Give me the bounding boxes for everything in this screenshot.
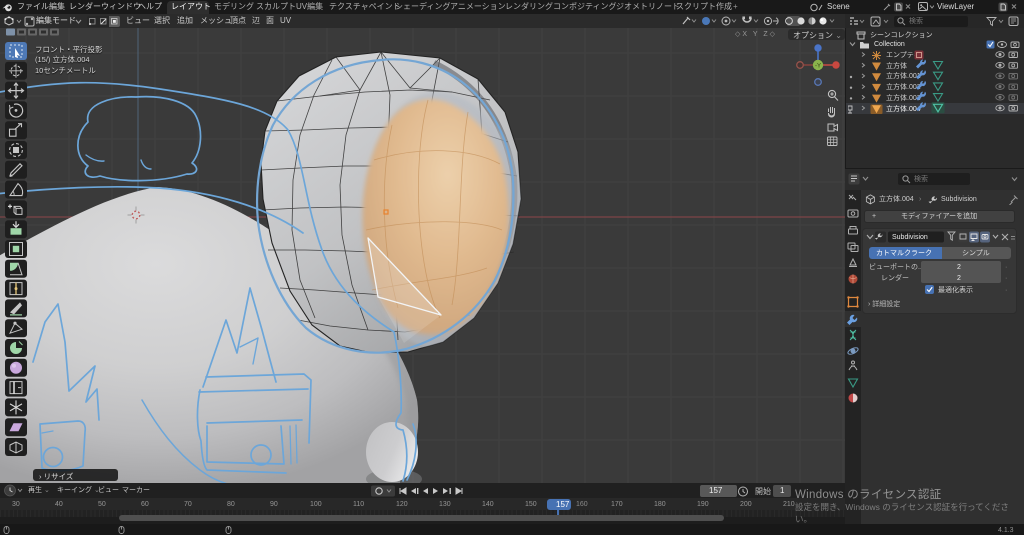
svg-text:-Y: -Y [815,64,821,70]
